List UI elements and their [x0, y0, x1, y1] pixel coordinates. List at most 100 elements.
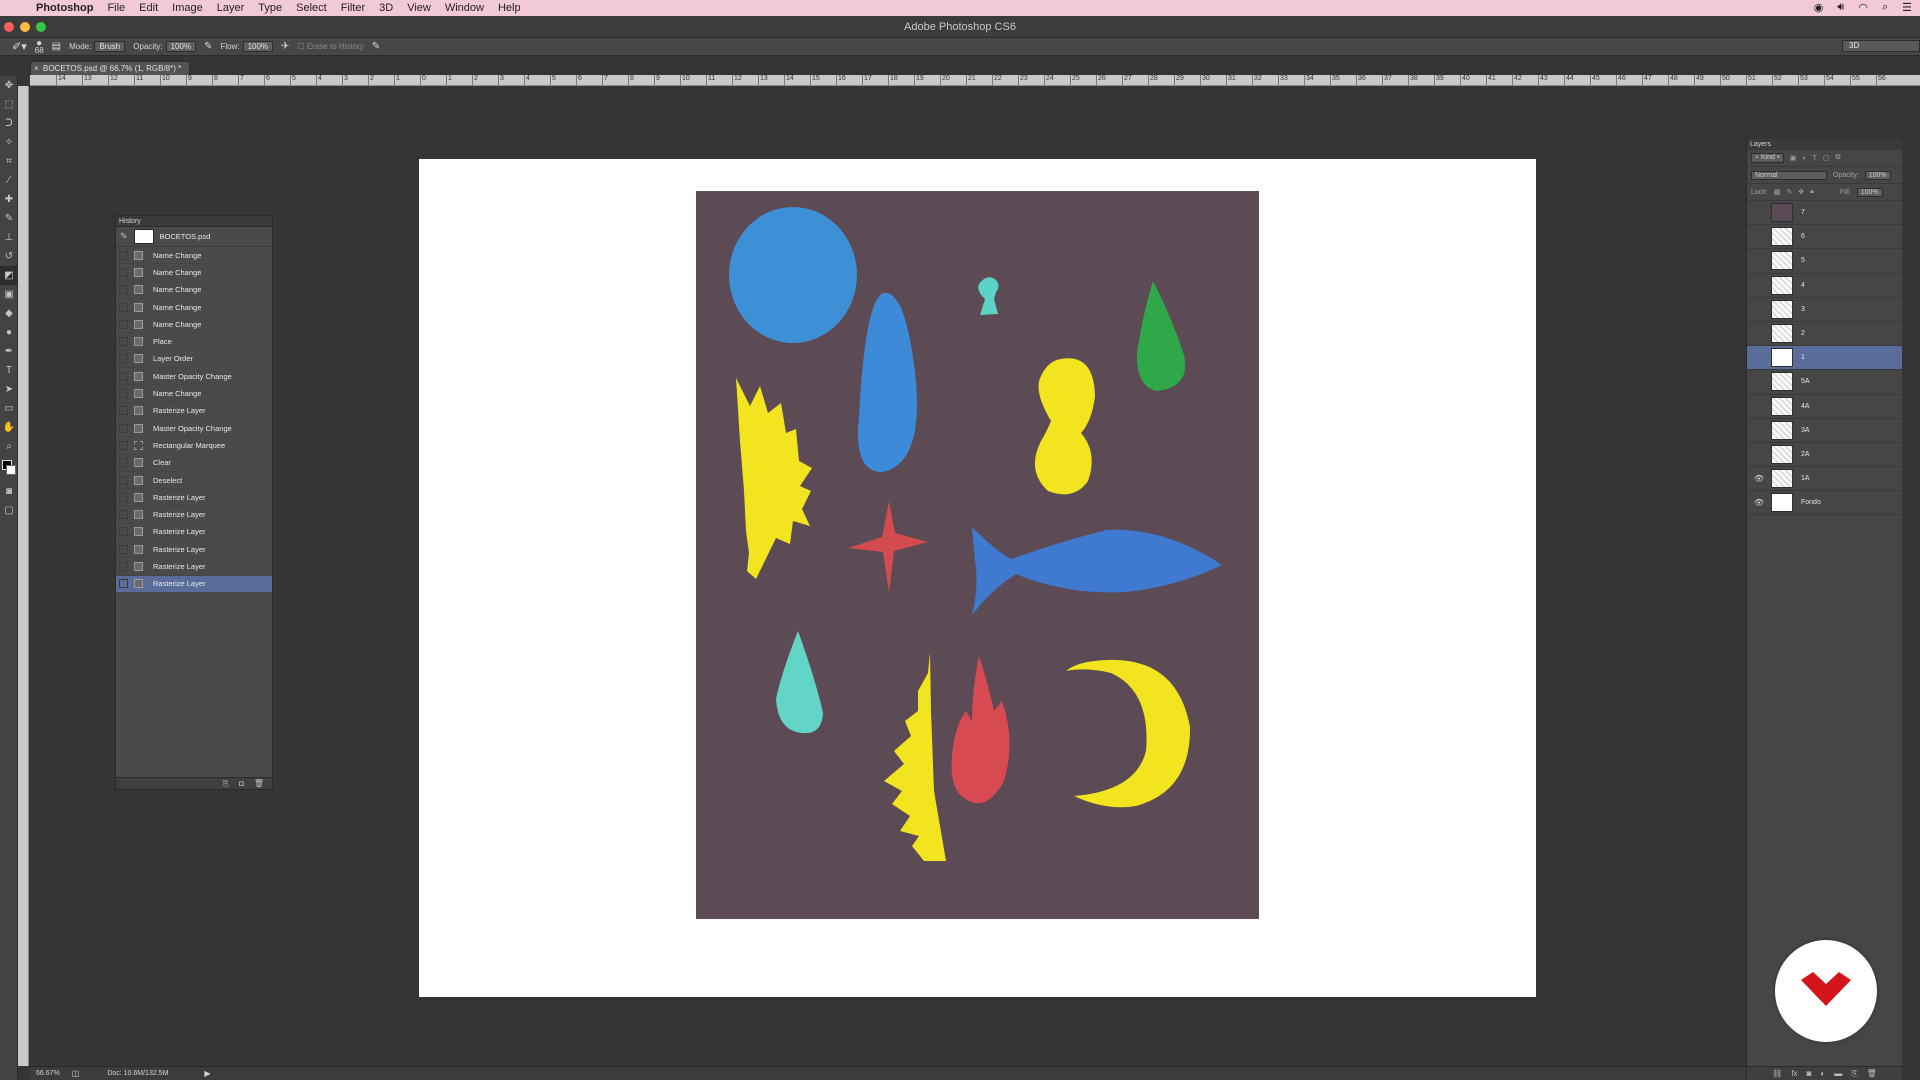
- history-brush-source-checkbox[interactable]: [119, 492, 128, 502]
- menu-type[interactable]: Type: [258, 2, 282, 14]
- marquee-tool-icon[interactable]: ⬚: [0, 95, 18, 114]
- brush-panel-toggle-icon[interactable]: ▤: [52, 41, 61, 52]
- delete-layer-icon[interactable]: 🗑︎: [1867, 1069, 1877, 1078]
- move-tool-icon[interactable]: ✥: [0, 76, 18, 95]
- zoom-level[interactable]: 66.67%: [36, 1070, 60, 1077]
- lock-position-icon[interactable]: ✥: [1798, 188, 1804, 196]
- layer-name[interactable]: 3: [1801, 306, 1805, 313]
- layer-row[interactable]: 5A: [1747, 370, 1902, 395]
- zoom-tool-icon[interactable]: ⌕: [0, 437, 18, 456]
- vertical-ruler[interactable]: [18, 86, 29, 1066]
- smart-object-filter-icon[interactable]: ⧉: [1836, 154, 1841, 162]
- brush-preset-picker[interactable]: ● 68: [35, 38, 44, 54]
- gradient-tool-icon[interactable]: ▣: [0, 285, 18, 304]
- history-state[interactable]: Rasterize Layer: [116, 558, 272, 576]
- history-brush-source-checkbox[interactable]: [119, 544, 128, 554]
- history-brush-source-checkbox[interactable]: [119, 423, 128, 433]
- layer-opacity-field[interactable]: 100%: [1864, 170, 1891, 180]
- collage-artwork[interactable]: [696, 191, 1259, 919]
- close-document-icon[interactable]: ×: [34, 62, 39, 76]
- filter-kind-dropdown[interactable]: ⌕ Kind ▾: [1751, 153, 1784, 163]
- new-adjustment-layer-icon[interactable]: ◐: [1820, 1069, 1825, 1078]
- menu-3d[interactable]: 3D: [379, 2, 393, 14]
- history-state[interactable]: Rasterize Layer: [116, 541, 272, 559]
- layer-style-icon[interactable]: fx: [1791, 1069, 1797, 1078]
- history-state[interactable]: Layer Order: [116, 351, 272, 369]
- history-state[interactable]: Rasterize Layer: [116, 403, 272, 420]
- record-icon[interactable]: ◉: [1814, 1, 1824, 14]
- erase-to-history-checkbox[interactable]: ☐ Erase to History: [297, 42, 363, 51]
- rectangle-tool-icon[interactable]: ▭: [0, 399, 18, 418]
- eraser-tool-preset-icon[interactable]: ✐▾: [12, 40, 27, 53]
- layer-name[interactable]: 7: [1801, 209, 1805, 216]
- new-document-from-state-icon[interactable]: ⎘: [223, 779, 229, 789]
- path-selection-tool-icon[interactable]: ➤: [0, 380, 18, 399]
- history-brush-source-checkbox[interactable]: [119, 302, 128, 312]
- layer-row[interactable]: 👁︎ Fondo: [1747, 491, 1902, 516]
- layer-row[interactable]: 7: [1747, 201, 1902, 226]
- type-filter-icon[interactable]: T: [1813, 155, 1817, 162]
- pen-tool-icon[interactable]: ✒: [0, 342, 18, 361]
- lock-transparent-icon[interactable]: ▦: [1774, 188, 1781, 196]
- airbrush-icon[interactable]: ✈: [281, 41, 289, 52]
- layer-name[interactable]: 6: [1801, 233, 1805, 240]
- workspace-switcher[interactable]: 3D: [1842, 40, 1920, 52]
- add-mask-icon[interactable]: ◙: [1807, 1069, 1812, 1078]
- quick-mask-icon[interactable]: ◙: [0, 482, 18, 501]
- volume-icon[interactable]: 🔊︎: [1837, 1, 1844, 14]
- layer-name[interactable]: 2A: [1801, 451, 1810, 458]
- color-swatches[interactable]: [0, 456, 18, 482]
- layer-row[interactable]: 4A: [1747, 395, 1902, 419]
- new-layer-icon[interactable]: ⎘: [1851, 1069, 1857, 1079]
- history-state[interactable]: Place: [116, 333, 272, 351]
- history-brush-source-checkbox[interactable]: [119, 458, 128, 468]
- menu-app[interactable]: Photoshop: [36, 2, 93, 14]
- history-snapshot[interactable]: ✎ BOCETOS.psd: [116, 227, 272, 247]
- menu-filter[interactable]: Filter: [341, 2, 365, 14]
- eyedropper-tool-icon[interactable]: ⁄: [0, 171, 18, 190]
- history-state[interactable]: Name Change: [116, 282, 272, 299]
- layer-name[interactable]: 3A: [1801, 427, 1810, 434]
- dodge-tool-icon[interactable]: ●: [0, 323, 18, 342]
- layer-name[interactable]: 4A: [1801, 403, 1810, 410]
- history-brush-source-checkbox[interactable]: [119, 267, 128, 277]
- screen-mode-icon[interactable]: ▢: [0, 501, 18, 520]
- menu-help[interactable]: Help: [498, 2, 521, 14]
- link-layers-icon[interactable]: ⛓︎: [1772, 1069, 1782, 1078]
- quick-selection-tool-icon[interactable]: ✧: [0, 133, 18, 152]
- history-brush-source-checkbox[interactable]: [119, 319, 128, 329]
- history-brush-source-checkbox[interactable]: [119, 440, 128, 450]
- layer-row[interactable]: 3A: [1747, 419, 1902, 443]
- history-state[interactable]: Rasterize Layer: [116, 489, 272, 507]
- history-brush-source-checkbox[interactable]: [119, 354, 128, 364]
- layer-row[interactable]: 2: [1747, 322, 1902, 347]
- minimize-window-button[interactable]: [20, 22, 30, 32]
- layer-row[interactable]: 2A: [1747, 443, 1902, 468]
- history-brush-source-icon[interactable]: ✎: [120, 231, 128, 242]
- history-state[interactable]: Name Change: [116, 316, 272, 334]
- menu-layer[interactable]: Layer: [217, 2, 245, 14]
- history-state[interactable]: Name Change: [116, 247, 272, 265]
- history-state[interactable]: Name Change: [116, 385, 272, 403]
- spotlight-icon[interactable]: ⌕: [1882, 1, 1888, 14]
- status-info-icon[interactable]: ◫: [72, 1069, 80, 1078]
- adjustment-filter-icon[interactable]: ◐: [1802, 155, 1806, 162]
- layer-row[interactable]: 6: [1747, 225, 1902, 250]
- hand-tool-icon[interactable]: ✋: [0, 418, 18, 437]
- healing-brush-tool-icon[interactable]: ✚: [0, 190, 18, 209]
- history-state[interactable]: Rectangular Marquee: [116, 437, 272, 455]
- blur-tool-icon[interactable]: ◆: [0, 304, 18, 323]
- layer-row[interactable]: 👁︎ 1A: [1747, 467, 1902, 492]
- type-tool-icon[interactable]: T: [0, 361, 18, 380]
- notification-center-icon[interactable]: ☰: [1902, 1, 1912, 14]
- background-color-swatch[interactable]: [6, 465, 16, 475]
- delete-state-icon[interactable]: 🗑︎: [254, 779, 264, 788]
- menu-view[interactable]: View: [407, 2, 431, 14]
- menu-image[interactable]: Image: [172, 2, 203, 14]
- opacity-field[interactable]: 100%: [165, 41, 197, 52]
- menu-select[interactable]: Select: [296, 2, 327, 14]
- new-snapshot-icon[interactable]: ◘: [239, 779, 244, 788]
- shape-filter-icon[interactable]: ▢: [1823, 154, 1830, 162]
- lock-all-icon[interactable]: 🔒︎: [1810, 188, 1814, 196]
- history-state[interactable]: Name Change: [116, 264, 272, 282]
